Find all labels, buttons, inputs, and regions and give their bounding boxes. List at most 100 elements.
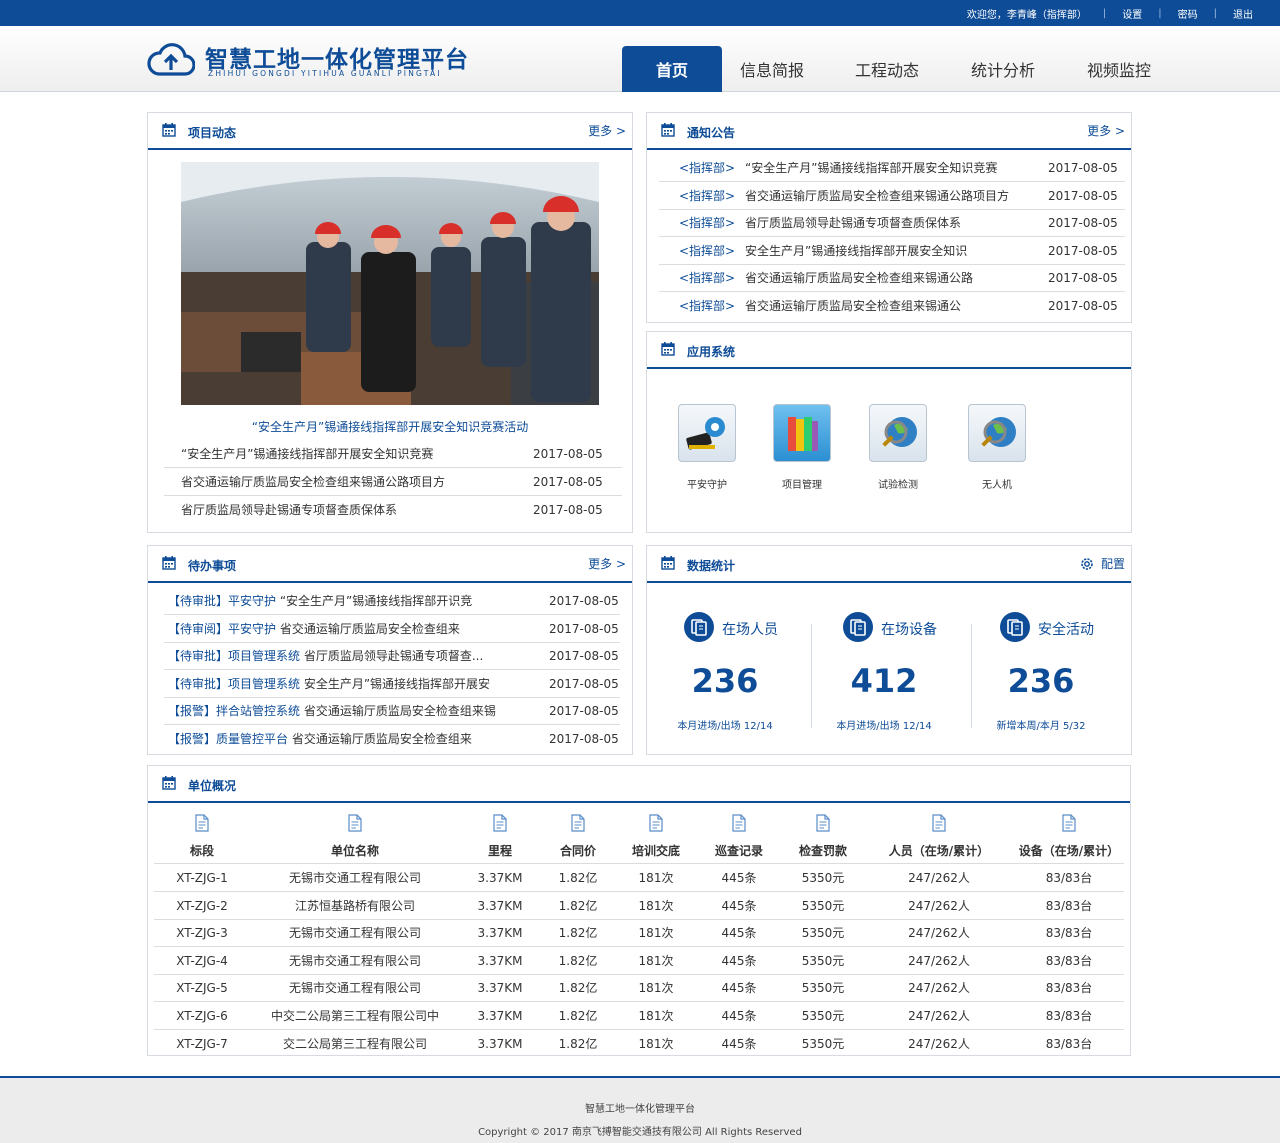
table-cell: 445条: [721, 1009, 757, 1023]
table-row[interactable]: XT-ZJG-2 江苏恒基路桥有限公司 3.37KM 1.82亿 181次 445条 535…: [154, 892, 1124, 920]
config-button[interactable]: 配置: [1079, 555, 1125, 572]
news-photo[interactable]: [181, 162, 599, 405]
table-row[interactable]: XT-ZJG-4 无锡市交通工程有限公司 3.37KM 1.82亿 181次 445条 53…: [154, 947, 1124, 975]
list-item[interactable]: 【待审阅】平安守护 省交通运输厅质监局安全检查组来 2017-08-05: [164, 615, 620, 643]
list-item[interactable]: <指挥部> “安全生产月”锡通接线指挥部开展安全知识竞赛 2017-08-05: [659, 154, 1125, 182]
table-row[interactable]: XT-ZJG-7 交二公局第三工程有限公司 3.37KM 1.82亿 181次 445条 5…: [154, 1030, 1124, 1058]
logout-link[interactable]: 退出: [1233, 6, 1253, 21]
table-cell: 247/262人: [908, 898, 970, 913]
stat-personnel[interactable]: 在场人员 236 本月进场/出场 12/14: [650, 582, 800, 742]
table-row[interactable]: XT-ZJG-3 无锡市交通工程有限公司 3.37KM 1.82亿 181次 445条 53…: [154, 919, 1124, 948]
table-cell: 1.82亿: [558, 871, 598, 885]
table-cell: XT-ZJG-4: [176, 953, 228, 968]
settings-link[interactable]: 设置: [1122, 6, 1142, 21]
table-cell: 181次: [638, 981, 674, 996]
table-cell: 无锡市交通工程有限公司: [288, 926, 421, 941]
news-date: 2017-08-05: [533, 503, 603, 517]
project-news-panel: 项目动态 更多 > “安全生产月”锡通接线指挥部开展安全知识竞赛活动 “安全生产…: [147, 112, 633, 533]
column-header[interactable]: 设备（在场/累计）: [1014, 804, 1124, 864]
list-item[interactable]: <指挥部> 省交通运输厅质监局安全检查组来锡通公路 2017-08-05: [659, 264, 1125, 293]
list-item[interactable]: 【报警】拌合站管控系统 省交通运输厅质监局安全检查组来锡 2017-08-05: [164, 697, 620, 726]
table-cell: 5350元: [801, 1036, 845, 1051]
app-drone[interactable]: 无人机: [957, 404, 1037, 491]
list-item[interactable]: “安全生产月”锡通接线指挥部开展安全知识竞赛 2017-08-05: [164, 440, 622, 468]
password-link[interactable]: 密码: [1178, 6, 1198, 21]
more-link[interactable]: 更多 >: [588, 555, 626, 572]
list-item[interactable]: <指挥部> 省厅质监局领导赴锡通专项督查质保体系 2017-08-05: [659, 209, 1125, 238]
list-item[interactable]: <指挥部> 省交通运输厅质监局安全检查组来锡通公路项目方 2017-08-05: [659, 182, 1125, 210]
nav-briefing[interactable]: 信息简报: [722, 46, 822, 92]
notice-tag: <指挥部>: [679, 243, 736, 258]
panel-title: 项目动态: [188, 126, 237, 140]
notice-title: 安全生产月”锡通接线指挥部开展安全知识: [745, 243, 968, 258]
list-item[interactable]: 省厅质监局领导赴锡通专项督查质保体系 2017-08-05: [164, 496, 622, 524]
table-cell: XT-ZJG-7: [176, 1036, 228, 1051]
column-header[interactable]: 检查罚款: [782, 804, 864, 864]
photo-caption[interactable]: “安全生产月”锡通接线指挥部开展安全知识竞赛活动: [148, 418, 632, 435]
column-header[interactable]: 合同价: [540, 804, 616, 864]
list-item[interactable]: 【待审批】项目管理系统 省厅质监局领导赴锡通专项督查... 2017-08-05: [164, 642, 620, 671]
nav-project-dynamics[interactable]: 工程动态: [822, 46, 952, 92]
table-cell: 181次: [638, 871, 674, 885]
table-cell: 247/262人: [908, 981, 970, 996]
separator: |: [1158, 7, 1162, 19]
logo[interactable]: 智慧工地一体化管理平台 ZHIHUI GONGDI YITIHUA GUANLI…: [147, 40, 477, 86]
list-item[interactable]: 【待审批】项目管理系统 安全生产月”锡通接线指挥部开展安 2017-08-05: [164, 670, 620, 698]
notice-title: “安全生产月”锡通接线指挥部开展安全知识竞赛: [745, 161, 998, 175]
column-header[interactable]: 里程: [460, 804, 540, 864]
stat-icon: [684, 612, 714, 642]
table-cell: 3.37KM: [477, 1009, 523, 1023]
app-label: 试验检测: [878, 480, 918, 491]
table-cell: XT-ZJG-5: [176, 981, 228, 996]
news-title: “安全生产月”锡通接线指挥部开展安全知识竞赛: [181, 447, 434, 461]
column-label: 合同价: [559, 844, 596, 858]
calendar-icon: [661, 556, 675, 570]
top-bar: 欢迎您，李青峰（指挥部） | 设置 | 密码 | 退出: [0, 0, 1280, 26]
notice-date: 2017-08-05: [1048, 161, 1118, 175]
notice-title: 省厅质监局领导赴锡通专项督查质保体系: [745, 216, 962, 231]
more-link[interactable]: 更多 >: [588, 122, 626, 139]
nav-home[interactable]: 首页: [622, 46, 722, 92]
stat-equipment[interactable]: 在场设备 412 本月进场/出场 12/14: [809, 582, 959, 742]
table-cell: XT-ZJG-2: [176, 898, 228, 913]
table-row[interactable]: XT-ZJG-5 无锡市交通工程有限公司 3.37KM 1.82亿 181次 445条 53…: [154, 974, 1124, 1003]
table-cell: XT-ZJG-6: [176, 1009, 228, 1023]
table-row[interactable]: XT-ZJG-6 中交二公局第三工程有限公司中 3.37KM 1.82亿 181次 445…: [154, 1002, 1124, 1030]
table-cell: 5350元: [801, 926, 845, 941]
brand-subtitle: ZHIHUI GONGDI YITIHUA GUANLI PINGTAI: [208, 69, 442, 78]
todo-date: 2017-08-05: [549, 704, 619, 719]
list-item[interactable]: <指挥部> 省交通运输厅质监局安全检查组来锡通公 2017-08-05: [659, 292, 1125, 320]
calendar-icon: [162, 776, 176, 790]
app-safety[interactable]: 平安守护: [667, 404, 747, 491]
panel-title: 数据统计: [687, 559, 736, 573]
app-testing[interactable]: 试验检测: [858, 404, 938, 491]
column-header[interactable]: 标段: [154, 804, 250, 864]
user-links: 欢迎您，李青峰（指挥部） | 设置 | 密码 | 退出: [967, 0, 1253, 26]
nav-video-monitor[interactable]: 视频监控: [1054, 46, 1184, 92]
table-cell: 445条: [721, 1036, 757, 1051]
stat-icon: [1000, 612, 1030, 642]
list-item[interactable]: <指挥部> 安全生产月”锡通接线指挥部开展安全知识 2017-08-05: [659, 237, 1125, 265]
separator: |: [1102, 7, 1107, 19]
stat-value: 236: [1007, 662, 1075, 700]
column-header[interactable]: 巡查记录: [696, 804, 782, 864]
list-item[interactable]: 【报警】质量管控平台 省交通运输厅质监局安全检查组来 2017-08-05: [164, 725, 620, 753]
table-cell: 247/262人: [908, 1009, 970, 1023]
todo-tag: 【待审批】项目管理系统: [168, 649, 301, 664]
list-item[interactable]: 【待审批】平安守护 “安全生产月”锡通接线指挥部开识竞 2017-08-05: [164, 587, 620, 615]
nav-statistics[interactable]: 统计分析: [952, 46, 1054, 92]
stat-value: 412: [850, 662, 918, 700]
stat-safety-activities[interactable]: 安全活动 236 新增本周/本月 5/32: [966, 582, 1116, 742]
app-project-management[interactable]: 项目管理: [762, 404, 842, 491]
stat-label: 在场人员: [722, 622, 778, 638]
column-header[interactable]: 培训交底: [616, 804, 696, 864]
column-header[interactable]: 人员（在场/累计）: [864, 804, 1014, 864]
table-row[interactable]: XT-ZJG-1 无锡市交通工程有限公司 3.37KM 1.82亿 181次 445条 53…: [154, 864, 1124, 892]
table-cell: 247/262人: [908, 871, 970, 885]
todo-line: 【报警】拌合站管控系统 省交通运输厅质监局安全检查组来锡: [168, 697, 528, 725]
list-item[interactable]: 省交通运输厅质监局安全检查组来锡通公路项目方 2017-08-05: [164, 468, 622, 496]
column-header[interactable]: 单位名称: [250, 804, 460, 864]
table-header: 标段 单位名称 里程 合同价 培训交底 巡查记录 检查罚款 人员（在场/累计） 设备（在场/累计…: [154, 804, 1124, 864]
more-link[interactable]: 更多 >: [1087, 122, 1125, 139]
table-cell: 无锡市交通工程有限公司: [288, 953, 421, 968]
